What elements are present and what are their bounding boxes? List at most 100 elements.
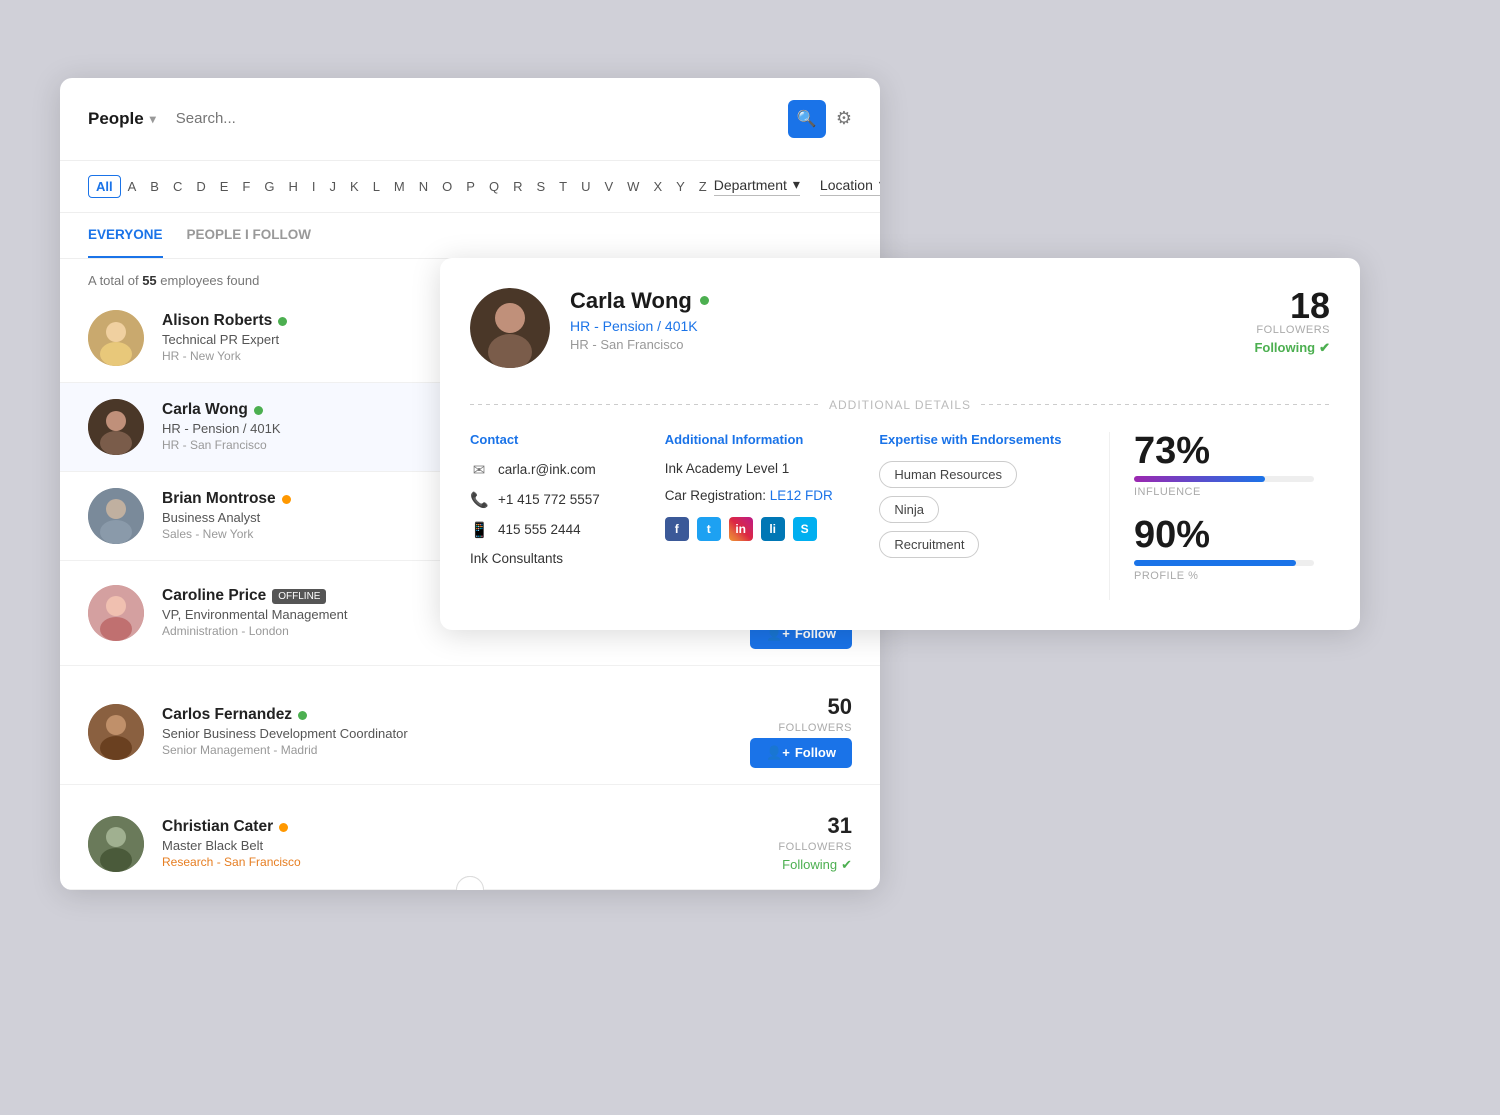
detail-body: Contact ✉ carla.r@ink.com 📞 +1 415 772 5…: [470, 432, 1330, 600]
twitter-icon[interactable]: t: [697, 517, 721, 541]
alpha-btn-u[interactable]: U: [574, 175, 597, 198]
person-followers-carlos: 50 FOLLOWERS 👤+ Follow: [750, 696, 852, 768]
detail-following: Following ✔: [1254, 340, 1330, 356]
location-filter[interactable]: Location ▾: [820, 176, 880, 196]
alpha-btn-r[interactable]: R: [506, 175, 529, 198]
influence-bar: [1134, 476, 1314, 482]
alpha-btn-j[interactable]: J: [323, 175, 344, 198]
skype-icon[interactable]: S: [793, 517, 817, 541]
search-button[interactable]: 🔍: [788, 100, 826, 138]
check-circle-icon: ✔: [841, 857, 852, 873]
alpha-btn-g[interactable]: G: [257, 175, 281, 198]
sliders-icon: ⚙: [836, 108, 852, 128]
detail-name-block: Carla Wong HR - Pension / 401K HR - San …: [570, 288, 1234, 352]
alpha-btn-y[interactable]: Y: [669, 175, 692, 198]
contact-phone: 📞 +1 415 772 5557: [470, 491, 645, 509]
contact-email: ✉ carla.r@ink.com: [470, 461, 645, 479]
facebook-icon[interactable]: f: [665, 517, 689, 541]
alpha-btn-p[interactable]: P: [459, 175, 482, 198]
additional-details-divider: ADDITIONAL DETAILS: [470, 398, 1330, 412]
alpha-btn-m[interactable]: M: [387, 175, 412, 198]
tag-ninja[interactable]: Ninja: [879, 496, 939, 523]
info-academy: Ink Academy Level 1: [665, 461, 840, 476]
chevron-down-icon: ▾: [150, 112, 156, 126]
alpha-btn-q[interactable]: Q: [482, 175, 506, 198]
contact-col: Contact ✉ carla.r@ink.com 📞 +1 415 772 5…: [470, 432, 665, 600]
status-dot-green: [254, 406, 263, 415]
person-item-carlos[interactable]: Carlos Fernandez Senior Business Develop…: [60, 680, 880, 785]
alpha-btn-t[interactable]: T: [552, 175, 574, 198]
profile-bar: [1134, 560, 1314, 566]
alpha-btn-o[interactable]: O: [435, 175, 459, 198]
linkedin-icon[interactable]: li: [761, 517, 785, 541]
alpha-btn-s[interactable]: S: [529, 175, 552, 198]
alpha-btn-n[interactable]: N: [412, 175, 435, 198]
status-dot-orange: [279, 823, 288, 832]
email-icon: ✉: [470, 461, 488, 479]
alpha-btn-l[interactable]: L: [366, 175, 387, 198]
detail-header: Carla Wong HR - Pension / 401K HR - San …: [470, 288, 1330, 388]
status-dot-orange: [282, 495, 291, 504]
status-dot-green: [298, 711, 307, 720]
search-icon: 🔍: [797, 109, 817, 129]
avatar-christian: [88, 816, 144, 872]
person-info-carlos: Carlos Fernandez Senior Business Develop…: [162, 706, 750, 757]
phone-icon: 📞: [470, 491, 488, 509]
avatar-brian: [88, 488, 144, 544]
follow-icon: 👤+: [766, 745, 790, 761]
instagram-icon[interactable]: in: [729, 517, 753, 541]
person-info-christian: Christian Cater Master Black Belt Resear…: [162, 818, 778, 869]
avatar-alison: [88, 310, 144, 366]
tabs-row: EVERYONE PEOPLE I FOLLOW: [60, 213, 880, 259]
follow-button-carlos[interactable]: 👤+ Follow: [750, 738, 852, 768]
alphabet-filter-row: All A B C D E F G H I J K L M N O P Q R …: [60, 161, 880, 213]
status-dot-green: [278, 317, 287, 326]
expertise-tags: Human Resources Ninja Recruitment: [879, 461, 1089, 566]
department-label: Department: [714, 177, 787, 193]
alpha-btn-all[interactable]: All: [88, 175, 121, 198]
info-car-reg: Car Registration: LE12 FDR: [665, 488, 840, 503]
tab-everyone[interactable]: EVERYONE: [88, 213, 163, 258]
alpha-btn-x[interactable]: X: [646, 175, 669, 198]
department-filter[interactable]: Department ▾: [714, 176, 800, 196]
status-dot-detail: [700, 296, 709, 305]
location-chevron-icon: ▾: [879, 176, 880, 193]
alpha-btn-d[interactable]: D: [189, 175, 212, 198]
alpha-btn-b[interactable]: B: [143, 175, 166, 198]
detail-panel: Carla Wong HR - Pension / 401K HR - San …: [440, 258, 1360, 630]
alpha-btn-e[interactable]: E: [213, 175, 236, 198]
social-icons: f t in li S: [665, 517, 840, 541]
contact-company: Ink Consultants: [470, 551, 645, 566]
checkmark-icon: ✔: [1319, 340, 1330, 356]
influence-bar-fill: [1134, 476, 1265, 482]
stats-col: 73% INFLUENCE 90% PROFILE %: [1110, 432, 1330, 600]
alpha-btn-h[interactable]: H: [282, 175, 305, 198]
search-input[interactable]: [176, 110, 768, 127]
alpha-btn-f[interactable]: F: [235, 175, 257, 198]
avatar-carla: [88, 399, 144, 455]
detail-followers-block: 18 FOLLOWERS Following ✔: [1254, 288, 1330, 356]
alpha-btn-c[interactable]: C: [166, 175, 189, 198]
alpha-btn-v[interactable]: V: [597, 175, 620, 198]
search-input-wrap: [176, 110, 768, 128]
location-label: Location: [820, 177, 873, 193]
alpha-btn-k[interactable]: K: [343, 175, 366, 198]
offline-badge: OFFLINE: [272, 589, 326, 604]
alpha-btn-z[interactable]: Z: [692, 175, 714, 198]
people-dropdown[interactable]: People ▾: [88, 109, 156, 129]
detail-avatar: [470, 288, 550, 368]
contact-mobile: 📱 415 555 2444: [470, 521, 645, 539]
expertise-col: Expertise with Endorsements Human Resour…: [859, 432, 1110, 600]
alpha-btn-i[interactable]: I: [305, 175, 323, 198]
tag-recruitment[interactable]: Recruitment: [879, 531, 979, 558]
alpha-btn-a[interactable]: A: [121, 175, 144, 198]
alpha-btn-w[interactable]: W: [620, 175, 646, 198]
tab-people-i-follow[interactable]: PEOPLE I FOLLOW: [187, 213, 312, 258]
search-bar-row: People ▾ 🔍 ⚙: [60, 78, 880, 161]
additional-info-col: Additional Information Ink Academy Level…: [665, 432, 860, 600]
people-dropdown-label: People: [88, 109, 144, 129]
avatar-carlos: [88, 704, 144, 760]
tag-human-resources[interactable]: Human Resources: [879, 461, 1017, 488]
avatar-caroline: [88, 585, 144, 641]
filter-button[interactable]: ⚙: [836, 108, 852, 129]
